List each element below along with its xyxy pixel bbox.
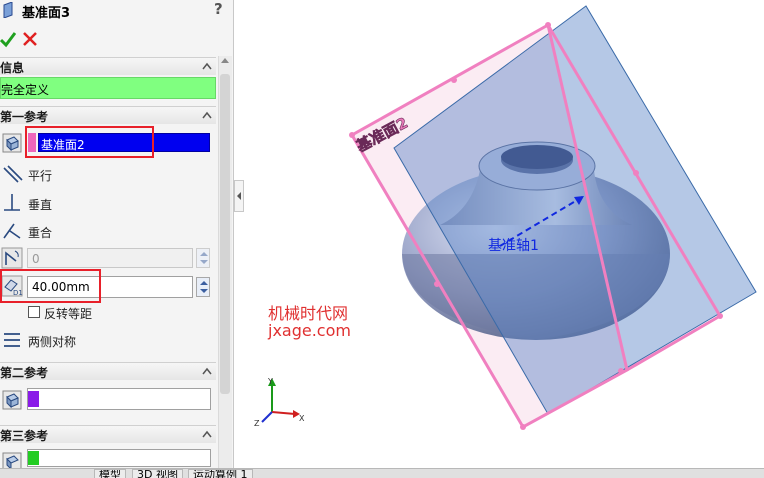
feature-title-bar: 基准面3 ? (0, 0, 233, 22)
scrollbar-thumb[interactable] (220, 74, 230, 394)
parallel-icon[interactable] (1, 163, 23, 185)
distance-spinner[interactable] (196, 277, 210, 297)
cancel-x-icon[interactable] (22, 30, 38, 48)
second-reference-color (28, 391, 39, 407)
chevron-up-icon[interactable] (202, 367, 212, 375)
flip-offset-checkbox[interactable] (28, 306, 40, 318)
highlight-box-selection (25, 126, 154, 158)
second-reference-selection[interactable] (27, 388, 211, 410)
tab-motion-study[interactable]: 运动算例 1 (188, 469, 253, 478)
angle-input[interactable]: 0 (27, 248, 193, 268)
action-buttons (0, 28, 60, 52)
reference-entity-icon (2, 390, 22, 410)
plane-feature-icon (3, 2, 13, 18)
mid-plane-icon[interactable] (1, 329, 23, 351)
perpendicular-icon[interactable] (1, 191, 23, 213)
help-button[interactable]: ? (214, 0, 223, 18)
third-reference-selection[interactable] (27, 449, 211, 467)
section-label-second-ref: 第二参考 (0, 366, 49, 380)
section-label-first-ref: 第一参考 (0, 110, 49, 124)
highlight-box-distance (0, 269, 101, 303)
axis-label: 基准轴1 (488, 237, 539, 254)
section-header-info[interactable]: 信息 (0, 57, 216, 75)
new-plane-preview (393, 5, 757, 415)
section-label-info: 信息 (0, 61, 25, 75)
coincident-icon[interactable] (1, 219, 23, 241)
chevron-up-icon[interactable] (202, 430, 212, 438)
ok-check-icon[interactable] (0, 30, 16, 48)
svg-text:Z: Z (254, 419, 260, 428)
svg-text:Y: Y (267, 377, 273, 386)
tab-model[interactable]: 模型 (94, 469, 126, 478)
option-coincident[interactable]: 重合 (28, 224, 52, 241)
section-label-third-ref: 第三参考 (0, 429, 49, 443)
panel-collapse-handle[interactable] (234, 180, 244, 212)
angle-spinner[interactable] (196, 248, 210, 268)
graphics-viewport[interactable]: 基准面2 基准轴1 Y X Z (245, 0, 764, 468)
flip-offset-label: 反转等距 (44, 307, 93, 321)
watermark-url: jxage.com (268, 321, 351, 340)
option-parallel[interactable]: 平行 (28, 167, 52, 184)
reference-entity-icon (2, 133, 22, 153)
section-header-second-ref[interactable]: 第二参考 (0, 362, 216, 380)
status-text: 完全定义 (1, 83, 50, 97)
status-message: 完全定义 (0, 77, 216, 99)
angle-icon[interactable] (1, 247, 23, 269)
chevron-up-icon[interactable] (202, 111, 212, 119)
model-view: 基准面2 基准轴1 Y X Z (254, 5, 757, 430)
mid-plane-label[interactable]: 两侧对称 (28, 333, 76, 350)
feature-title: 基准面3 (22, 6, 71, 21)
option-perpendicular[interactable]: 垂直 (28, 196, 52, 213)
coordinate-triad: Y X Z (254, 377, 305, 428)
property-manager: 基准面3 ? 信息 完全定义 第一参考 基准面2 平行 垂直 重合 0 D1 4… (0, 0, 234, 478)
scroll-up-arrow[interactable] (221, 58, 229, 63)
svg-text:X: X (299, 414, 305, 423)
tab-3d-view[interactable]: 3D 视图 (132, 469, 183, 478)
section-header-first-ref[interactable]: 第一参考 (0, 106, 216, 124)
section-header-third-ref[interactable]: 第三参考 (0, 425, 216, 443)
chevron-up-icon[interactable] (202, 62, 212, 70)
angle-value: 0 (32, 252, 40, 266)
third-reference-color (28, 451, 39, 465)
